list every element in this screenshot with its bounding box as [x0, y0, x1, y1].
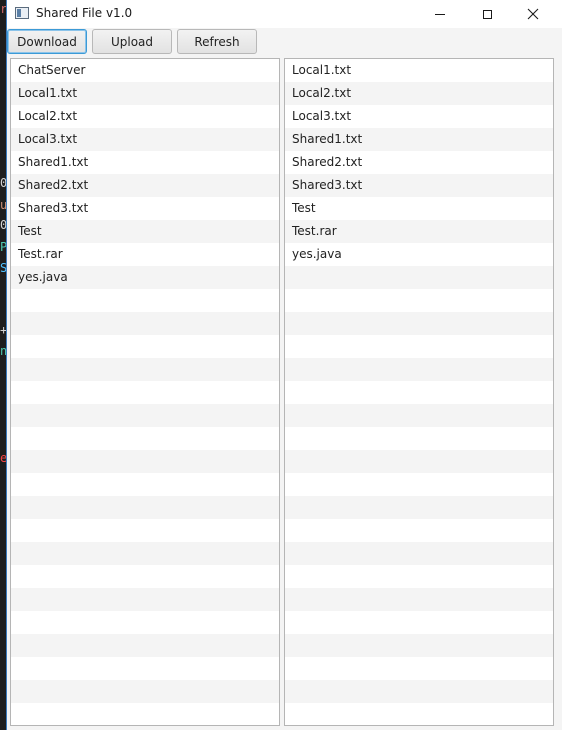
list-item[interactable]: Local1.txt	[285, 59, 553, 82]
list-item[interactable]: Shared1.txt	[285, 128, 553, 151]
empty-list-row[interactable]	[285, 611, 553, 634]
empty-list-row[interactable]	[285, 588, 553, 611]
empty-list-row[interactable]	[285, 289, 553, 312]
server-file-list[interactable]: ChatServer Local1.txt Local2.txt Local3.txt…	[10, 58, 280, 726]
empty-list-row[interactable]	[285, 404, 553, 427]
empty-list-row[interactable]	[11, 657, 279, 680]
close-button[interactable]	[510, 0, 556, 28]
list-item[interactable]: Shared3.txt	[11, 197, 279, 220]
list-item[interactable]: Test.rar	[11, 243, 279, 266]
list-item[interactable]: Local3.txt	[285, 105, 553, 128]
list-item[interactable]: Shared1.txt	[11, 151, 279, 174]
list-item[interactable]: Shared3.txt	[285, 174, 553, 197]
list-item[interactable]: Local1.txt	[11, 82, 279, 105]
empty-list-row[interactable]	[285, 381, 553, 404]
empty-list-row[interactable]	[11, 680, 279, 703]
list-item[interactable]: Test	[11, 220, 279, 243]
list-item[interactable]: Local2.txt	[11, 105, 279, 128]
empty-list-row[interactable]	[11, 634, 279, 657]
empty-list-row[interactable]	[11, 703, 279, 725]
local-file-list[interactable]: Local1.txt Local2.txt Local3.txt Shared1.tx…	[284, 58, 554, 726]
list-item[interactable]: Shared2.txt	[11, 174, 279, 197]
empty-list-row[interactable]	[11, 404, 279, 427]
list-item[interactable]: Test.rar	[285, 220, 553, 243]
app-icon	[15, 7, 29, 19]
empty-list-row[interactable]	[285, 542, 553, 565]
empty-list-row[interactable]	[285, 450, 553, 473]
refresh-button[interactable]: Refresh	[177, 29, 257, 54]
empty-list-row[interactable]	[11, 289, 279, 312]
empty-list-row[interactable]	[11, 496, 279, 519]
maximize-icon	[482, 9, 492, 19]
empty-list-row[interactable]	[11, 473, 279, 496]
maximize-button[interactable]	[464, 0, 510, 28]
empty-list-row[interactable]	[11, 611, 279, 634]
empty-list-row[interactable]	[285, 496, 553, 519]
empty-list-row[interactable]	[285, 335, 553, 358]
title-bar[interactable]: Shared File v1.0	[7, 0, 562, 28]
empty-list-row[interactable]	[285, 266, 553, 289]
empty-list-row[interactable]	[285, 519, 553, 542]
empty-list-row[interactable]	[11, 381, 279, 404]
empty-list-row[interactable]	[285, 634, 553, 657]
list-item[interactable]: Local2.txt	[285, 82, 553, 105]
empty-list-row[interactable]	[11, 358, 279, 381]
empty-list-row[interactable]	[285, 680, 553, 703]
toolbar: Download Upload Refresh	[7, 28, 562, 56]
minimize-icon	[435, 13, 445, 15]
empty-list-row[interactable]	[11, 565, 279, 588]
upload-button[interactable]: Upload	[92, 29, 172, 54]
empty-list-row[interactable]	[11, 312, 279, 335]
empty-list-row[interactable]	[285, 427, 553, 450]
minimize-button[interactable]	[417, 0, 463, 28]
list-item[interactable]: Shared2.txt	[285, 151, 553, 174]
empty-list-row[interactable]	[285, 703, 553, 725]
close-icon	[527, 8, 539, 20]
empty-list-row[interactable]	[11, 335, 279, 358]
list-item[interactable]: Local3.txt	[11, 128, 279, 151]
empty-list-row[interactable]	[285, 358, 553, 381]
empty-list-row[interactable]	[11, 450, 279, 473]
empty-list-row[interactable]	[11, 542, 279, 565]
list-item[interactable]: yes.java	[285, 243, 553, 266]
empty-list-row[interactable]	[285, 565, 553, 588]
empty-list-row[interactable]	[285, 657, 553, 680]
window-title: Shared File v1.0	[36, 6, 133, 20]
empty-list-row[interactable]	[285, 312, 553, 335]
list-item[interactable]: ChatServer	[11, 59, 279, 82]
download-button[interactable]: Download	[7, 29, 87, 54]
empty-list-row[interactable]	[285, 473, 553, 496]
app-window: Shared File v1.0 Download Upload Refresh…	[6, 0, 562, 730]
list-item[interactable]: yes.java	[11, 266, 279, 289]
empty-list-row[interactable]	[11, 427, 279, 450]
empty-list-row[interactable]	[11, 519, 279, 542]
list-item[interactable]: Test	[285, 197, 553, 220]
empty-list-row[interactable]	[11, 588, 279, 611]
